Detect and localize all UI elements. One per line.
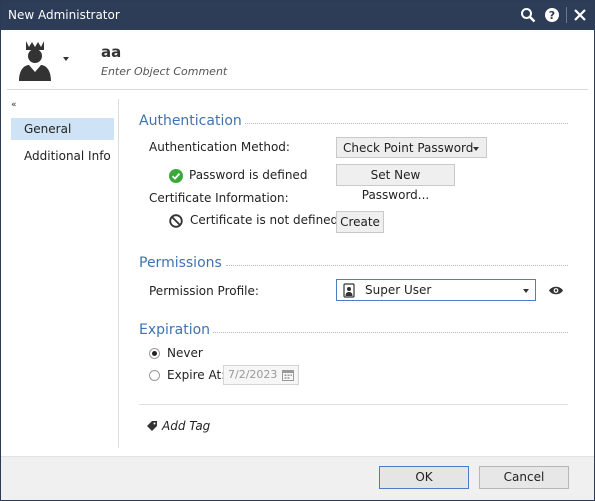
- check-circle-icon: [169, 169, 183, 183]
- expire-date-value: 7/2/2023: [228, 368, 278, 381]
- profile-icon: [343, 283, 355, 298]
- permissions-section-line: [226, 265, 568, 266]
- collapse-sidebar-icon[interactable]: «: [11, 100, 16, 110]
- ok-button[interactable]: OK: [379, 466, 469, 489]
- svg-text:?: ?: [549, 9, 555, 22]
- window-title: New Administrator: [8, 8, 120, 22]
- set-new-password-button[interactable]: Set New Password...: [336, 164, 455, 202]
- certificate-status: Certificate is not defined: [190, 213, 339, 227]
- tag-icon[interactable]: [146, 420, 158, 432]
- authentication-method-select[interactable]: Check Point Password: [336, 137, 487, 158]
- authentication-section-line: [245, 123, 568, 124]
- object-name[interactable]: aa: [101, 43, 121, 61]
- object-header: aa Enter Object Comment: [1, 30, 594, 88]
- sidebar-item-general[interactable]: General: [11, 118, 114, 140]
- administrator-icon[interactable]: [15, 39, 55, 81]
- chevron-down-icon: [473, 147, 479, 151]
- expiration-section-line: [213, 332, 568, 333]
- sidebar-nav: General Additional Info: [11, 118, 114, 172]
- password-status: Password is defined: [189, 168, 308, 182]
- permission-profile-value: Super User: [365, 283, 432, 297]
- cancel-button[interactable]: Cancel: [479, 466, 569, 489]
- tags-divider: [139, 404, 568, 405]
- never-label: Never: [167, 346, 203, 360]
- expire-at-radio[interactable]: [149, 370, 160, 381]
- chevron-down-icon: [523, 289, 529, 293]
- header-divider: [7, 89, 588, 90]
- dialog-footer: OK Cancel: [1, 456, 594, 500]
- help-icon[interactable]: ?: [543, 6, 561, 24]
- add-tag-link[interactable]: Add Tag: [162, 419, 210, 433]
- sidebar-item-additional-info[interactable]: Additional Info: [11, 145, 114, 167]
- object-comment-field[interactable]: Enter Object Comment: [101, 65, 227, 78]
- avatar-menu-caret[interactable]: [63, 57, 69, 61]
- permission-profile-label: Permission Profile:: [149, 284, 259, 298]
- never-radio[interactable]: [149, 348, 160, 359]
- calendar-icon[interactable]: [282, 369, 294, 381]
- authentication-method-label: Authentication Method:: [149, 140, 290, 154]
- administrator-dialog: New Administrator ? aa Enter Object Comm…: [0, 0, 595, 501]
- not-defined-icon: [169, 214, 183, 228]
- view-profile-eye-icon[interactable]: [548, 285, 564, 296]
- permission-profile-select[interactable]: Super User: [336, 279, 536, 301]
- authentication-method-value: Check Point Password: [343, 141, 474, 155]
- title-separator: [566, 7, 567, 23]
- permissions-section-title: Permissions: [139, 255, 222, 271]
- search-icon[interactable]: [519, 6, 537, 24]
- expire-at-label: Expire At:: [167, 368, 226, 382]
- authentication-section-title: Authentication: [139, 113, 242, 129]
- title-bar: New Administrator ?: [1, 1, 594, 30]
- close-icon[interactable]: [571, 6, 589, 24]
- expiration-section-title: Expiration: [139, 322, 211, 338]
- expire-date-field[interactable]: 7/2/2023: [223, 365, 299, 385]
- sidebar-divider: [118, 99, 119, 448]
- certificate-information-label: Certificate Information:: [149, 191, 289, 205]
- create-certificate-button[interactable]: Create: [336, 211, 384, 233]
